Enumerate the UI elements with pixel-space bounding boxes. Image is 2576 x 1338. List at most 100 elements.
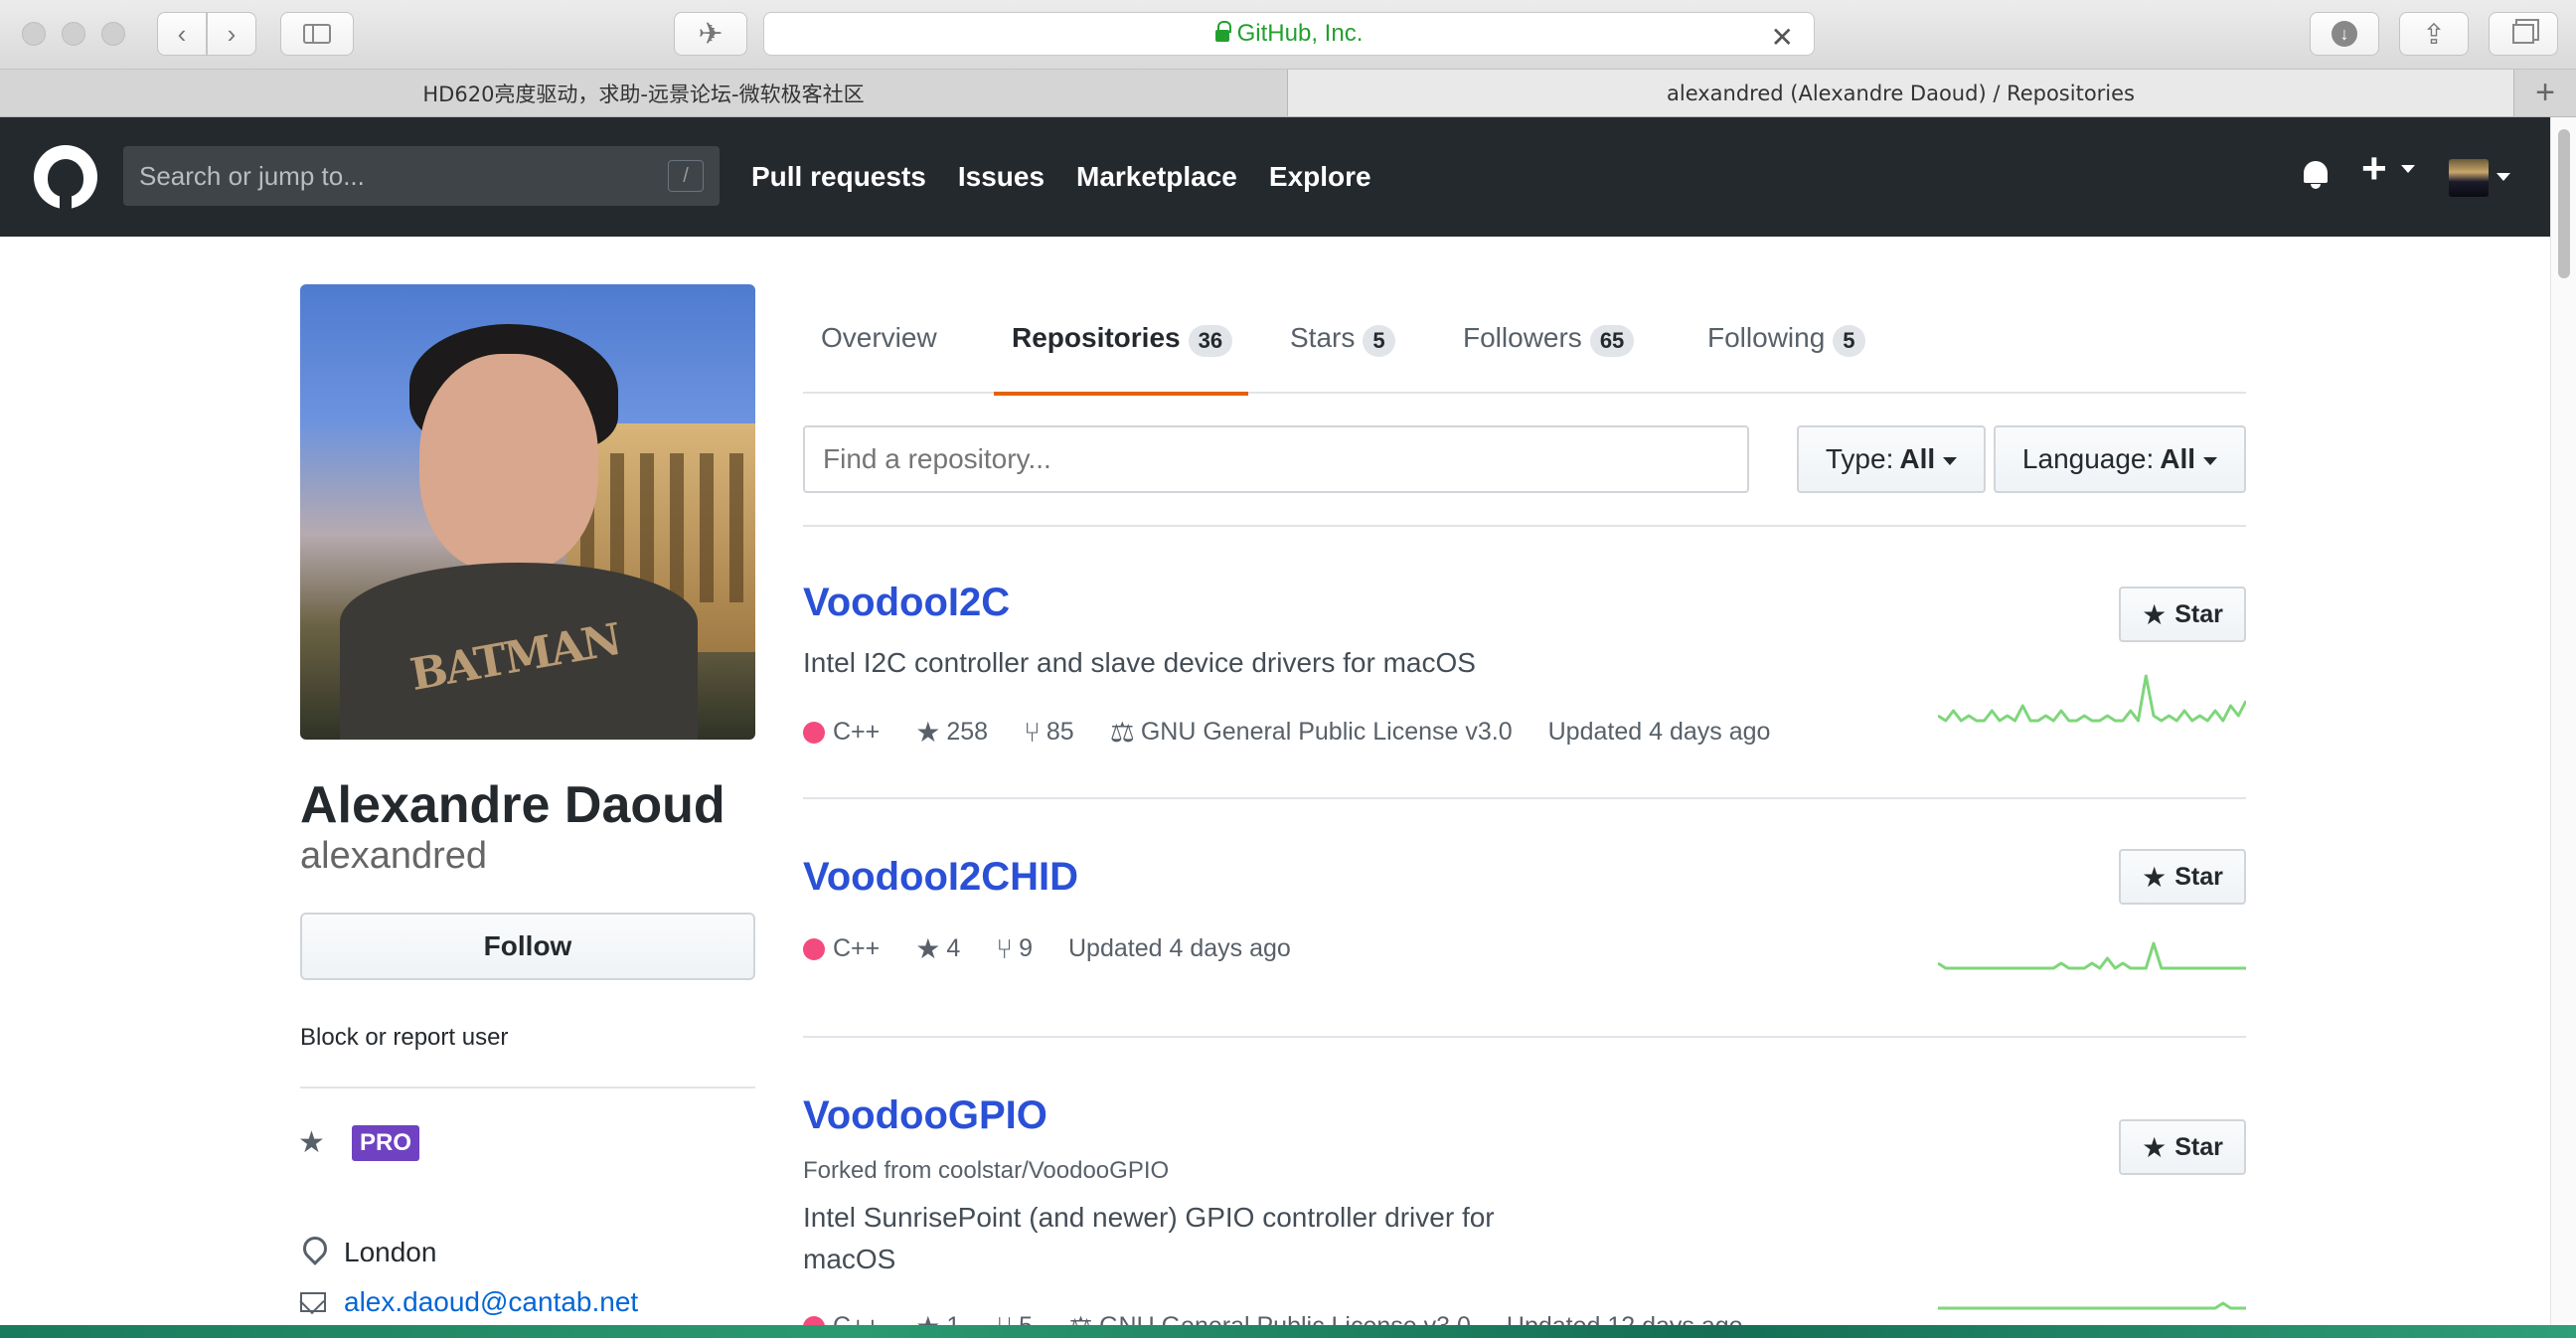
tab-label: Overview: [821, 322, 937, 353]
language-filter-dropdown[interactable]: Language: All: [1994, 425, 2246, 493]
repo-forks-link[interactable]: ⑂5: [996, 1311, 1033, 1326]
license-label: GNU General Public License v3.0: [1140, 718, 1513, 746]
tab-label: Repositories: [1012, 322, 1181, 353]
github-logo-icon[interactable]: [34, 145, 97, 209]
repo-stars-link[interactable]: ★ 258: [915, 716, 988, 749]
close-icon[interactable]: ✕: [1771, 21, 1794, 54]
divider: [803, 525, 2246, 527]
repo-name-link[interactable]: VoodooI2C: [803, 581, 1010, 625]
profile-email-link[interactable]: alex.daoud@cantab.net: [344, 1286, 638, 1318]
star-icon: ★: [2142, 598, 2168, 630]
repo-stars-link[interactable]: ★ 4: [915, 932, 960, 965]
browser-tab-active[interactable]: alexandred (Alexandre Daoud) / Repositor…: [1288, 70, 2514, 116]
star-button[interactable]: ★ Star: [2119, 586, 2246, 642]
browser-toolbar: ‹ › ✈ GitHub, Inc. ✕ ↓ ⇪: [0, 0, 2576, 70]
chevron-down-icon[interactable]: [2401, 165, 2415, 173]
forward-button[interactable]: ›: [207, 12, 256, 56]
find-repository-input[interactable]: [803, 425, 1749, 493]
minimize-window-button[interactable]: [62, 22, 85, 46]
show-tabs-button[interactable]: [2489, 12, 2558, 56]
repo-forks-link[interactable]: ⑂ 85: [1024, 717, 1074, 749]
star-icon: ★: [2142, 1131, 2168, 1163]
bird-icon: ✈: [698, 17, 724, 51]
github-header: Search or jump to... / Pull requests Iss…: [0, 117, 2550, 237]
avatar[interactable]: [2449, 159, 2489, 197]
forks-count: 9: [1019, 934, 1033, 962]
stars-count: 258: [946, 718, 989, 746]
scrollbar-thumb[interactable]: [2558, 129, 2570, 278]
browser-tab-label: HD620亮度驱动，求助-远景论坛-微软极客社区: [422, 82, 865, 106]
repo-stars-link[interactable]: ★1: [915, 1310, 960, 1325]
tab-repositories[interactable]: Repositories 36: [994, 314, 1249, 396]
star-button[interactable]: ★ Star: [2119, 849, 2246, 905]
repo-updated: Updated 4 days ago: [1547, 718, 1771, 746]
repo-language: C++: [803, 934, 880, 963]
repo-forks-link[interactable]: ⑂ 9: [996, 933, 1033, 965]
chevron-down-icon[interactable]: [2496, 173, 2510, 181]
filter-label: Language:: [2021, 443, 2155, 474]
search-placeholder: Search or jump to...: [139, 160, 365, 191]
activity-sparkline: [1938, 1301, 2246, 1310]
nav-explore[interactable]: Explore: [1269, 161, 1371, 193]
bell-icon[interactable]: [2302, 159, 2330, 189]
fork-icon: ⑂: [996, 932, 1014, 964]
repo-item: VoodooI2CHID C++ ★ 4 ⑂ 9 Updated 4 days ag…: [803, 849, 2246, 1038]
browser-tab-label: alexandred (Alexandre Daoud) / Repositor…: [1666, 81, 2135, 105]
repo-name-link[interactable]: VoodooGPIO: [803, 1093, 1047, 1138]
tab-stars[interactable]: Stars 5: [1290, 314, 1395, 394]
share-button[interactable]: ⇪: [2399, 12, 2469, 56]
repo-license: ⚖GNU General Public License v3.0: [1110, 716, 1513, 749]
sparkline-path: [1938, 1301, 2246, 1310]
language-color-dot: [803, 721, 825, 744]
search-input[interactable]: Search or jump to... /: [123, 146, 720, 206]
new-tab-button[interactable]: +: [2514, 70, 2576, 116]
address-bar[interactable]: GitHub, Inc. ✕: [763, 12, 1815, 56]
filter-value: All: [2160, 443, 2196, 474]
nav-marketplace[interactable]: Marketplace: [1076, 161, 1237, 193]
tab-following[interactable]: Following 5: [1707, 314, 1865, 394]
tab-label: Following: [1707, 322, 1826, 353]
forks-count: 85: [1046, 718, 1074, 746]
forked-from-label[interactable]: Forked from coolstar/VoodooGPIO: [803, 1157, 1169, 1185]
language-color-dot: [803, 937, 825, 960]
back-button[interactable]: ‹: [157, 12, 207, 56]
star-button-label: Star: [2174, 1132, 2223, 1161]
tab-overview[interactable]: Overview: [821, 314, 937, 394]
star-icon: ★: [915, 1310, 940, 1325]
type-filter-dropdown[interactable]: Type: All: [1797, 425, 1986, 493]
divider: [803, 797, 2246, 799]
language-label: C++: [833, 1312, 880, 1325]
desktop-background: [0, 1325, 2576, 1338]
chevron-right-icon: ›: [227, 18, 237, 49]
fork-icon: ⑂: [996, 1311, 1013, 1326]
pro-badge: PRO: [352, 1125, 420, 1161]
profile-username: alexandred: [300, 835, 488, 877]
browser-tab[interactable]: HD620亮度驱动，求助-远景论坛-微软极客社区: [0, 70, 1288, 116]
filter-label: Type:: [1825, 443, 1894, 474]
tab-count: 5: [1833, 325, 1865, 357]
repo-meta: C++ ★ 4 ⑂ 9 Updated 4 days ago: [803, 932, 1327, 965]
close-window-button[interactable]: [22, 22, 46, 46]
scrollbar[interactable]: [2550, 117, 2576, 1325]
repo-name-link[interactable]: VoodooI2CHID: [803, 855, 1078, 900]
sparkline-path: [1938, 674, 2246, 723]
follow-button[interactable]: Follow: [300, 913, 755, 980]
tab-count: 36: [1188, 325, 1233, 357]
plus-icon[interactable]: +: [2361, 147, 2387, 191]
repo-description: Intel I2C controller and slave device dr…: [803, 647, 1476, 678]
zoom-window-button[interactable]: [101, 22, 125, 46]
repo-item: VoodooI2C Intel I2C controller and slave…: [803, 581, 2246, 799]
nav-pull-requests[interactable]: Pull requests: [751, 161, 926, 193]
repo-description: Intel SunrisePoint (and newer) GPIO cont…: [803, 1202, 1495, 1233]
downloads-button[interactable]: ↓: [2310, 12, 2379, 56]
block-report-link[interactable]: Block or report user: [300, 1024, 508, 1052]
star-icon: ★: [2142, 861, 2168, 893]
header-nav: Pull requests Issues Marketplace Explore: [751, 161, 1371, 193]
nav-issues[interactable]: Issues: [958, 161, 1045, 193]
tab-followers[interactable]: Followers 65: [1463, 314, 1635, 394]
reading-list-button[interactable]: ✈: [674, 12, 747, 56]
browser-window: ‹ › ✈ GitHub, Inc. ✕ ↓ ⇪ HD620亮度驱动，求助-远景…: [0, 0, 2576, 1325]
star-button[interactable]: ★ Star: [2119, 1119, 2246, 1175]
sidebar-toggle-button[interactable]: [280, 12, 354, 56]
stars-count: 4: [946, 934, 961, 962]
